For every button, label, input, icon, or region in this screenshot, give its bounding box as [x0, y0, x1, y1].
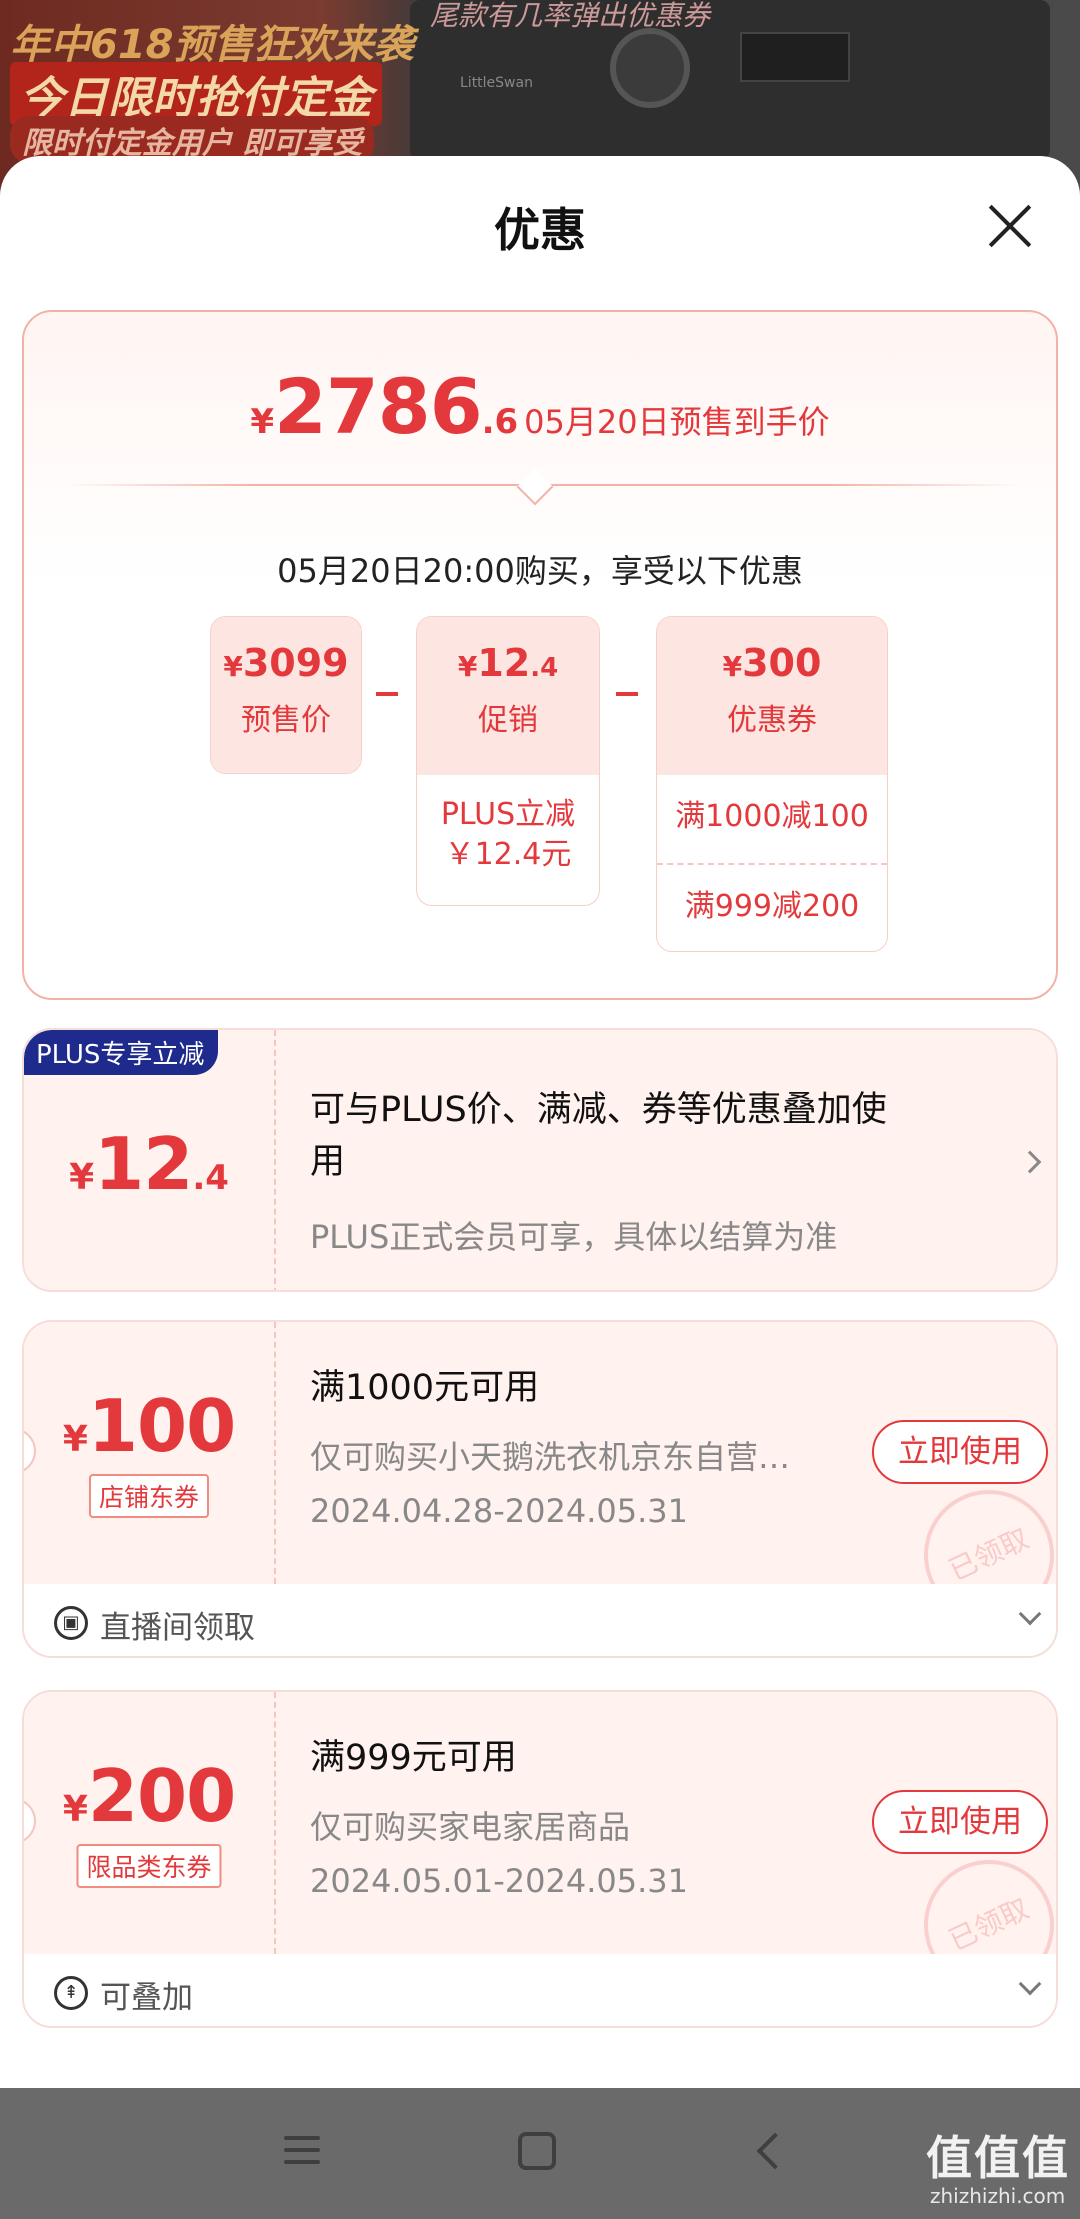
washer-knob: [610, 28, 690, 108]
presale-price-label: 预售价: [241, 703, 331, 738]
price-summary-card: ¥2786.6 05月20日预售到手价 05月20日20:00购买，享受以下优惠 …: [22, 310, 1058, 1000]
coupon-detail-1: 满1000减100: [675, 799, 869, 834]
use-now-button[interactable]: 立即使用: [872, 1420, 1048, 1484]
presale-price-value: ¥3099: [223, 641, 349, 685]
coupon-scope: 仅可购买小天鹅洗衣机京东自营…: [310, 1438, 791, 1476]
coupon-validity: 2024.05.01-2024.05.31: [310, 1862, 688, 1900]
coupon-type-tag: 店铺东券: [88, 1474, 210, 1518]
coupon-total-label: 优惠券: [727, 703, 817, 738]
promotion-detail: PLUS立减 ￥12.4元: [440, 797, 576, 872]
washer-display: [740, 32, 850, 82]
coupon-card: ¥200 限品类东券 满999元可用 仅可购买家电家居商品 2024.05.01…: [22, 1690, 1058, 2028]
promotion-chip: ¥12.4 促销 PLUS立减 ￥12.4元: [416, 616, 600, 906]
coupon-footer[interactable]: ▣ 直播间领取: [24, 1584, 1056, 1656]
coupon-scope: 仅可购买家电家居商品: [310, 1808, 631, 1846]
coupon-validity: 2024.04.28-2024.05.31: [310, 1492, 688, 1530]
final-price: ¥2786.6 05月20日预售到手价: [24, 362, 1056, 451]
final-price-decimal: .6: [481, 402, 519, 442]
use-now-button[interactable]: 立即使用: [872, 1790, 1048, 1854]
washer-brand-mark: LittleSwan: [460, 75, 533, 91]
stackable-icon: ⇞: [54, 1976, 88, 2010]
sheet-title: 优惠: [494, 203, 586, 257]
coupon-amount: ¥200: [62, 1754, 236, 1838]
final-price-label: 05月20日预售到手价: [524, 403, 830, 441]
back-icon[interactable]: [756, 2132, 794, 2170]
plus-card-subtitle: PLUS正式会员可享，具体以结算为准: [310, 1218, 838, 1256]
coupon-chip: ¥300 优惠券 满1000减100 满999减200: [656, 616, 888, 952]
coupon-amount-block: ¥100 店铺东券: [24, 1322, 276, 1584]
recent-apps-icon[interactable]: [284, 2132, 320, 2168]
chevron-down-icon[interactable]: [1018, 1602, 1042, 1626]
minus-sign: [376, 692, 398, 696]
chevron-right-icon[interactable]: [1018, 1150, 1042, 1174]
close-icon[interactable]: [980, 196, 1040, 256]
minus-sign: [616, 692, 638, 696]
plus-amount: ¥12.4: [69, 1122, 229, 1206]
system-nav-bar: 值值值 zhizhizhi.com: [0, 2088, 1080, 2219]
coupon-total-value: ¥300: [722, 641, 822, 685]
promotion-value: ¥12.4: [457, 641, 559, 685]
watermark-url: zhizhizhi.com: [930, 2184, 1066, 2208]
plus-badge: PLUS专享立减: [24, 1030, 219, 1075]
plus-card-title: 可与PLUS价、满减、券等优惠叠加使用: [310, 1090, 887, 1182]
coupon-type-tag: 限品类东券: [76, 1844, 222, 1888]
coupon-condition: 满1000元可用: [310, 1368, 540, 1408]
presale-price-chip: ¥3099 预售价: [210, 616, 362, 774]
final-price-integer: 2786: [274, 362, 483, 451]
chevron-down-icon[interactable]: [1018, 1972, 1042, 1996]
coupon-source: 直播间领取: [100, 1610, 255, 1646]
purchase-time-text: 05月20日20:00购买，享受以下优惠: [277, 552, 803, 590]
watermark-logo: 值值值: [926, 2131, 1070, 2185]
coupon-stack-note: 可叠加: [100, 1980, 193, 2016]
banner-top-text: 尾款有几率弹出优惠券: [430, 0, 711, 32]
coupon-condition: 满999元可用: [310, 1738, 517, 1778]
coupon-detail-2: 满999减200: [657, 863, 887, 951]
coupon-amount-block: ¥200 限品类东券: [24, 1692, 276, 1954]
live-room-icon: ▣: [54, 1606, 88, 1640]
coupon-footer[interactable]: ⇞ 可叠加: [24, 1954, 1056, 2026]
currency-symbol: ¥: [250, 402, 275, 442]
coupon-amount: ¥100: [62, 1384, 236, 1468]
coupon-card: ¥100 店铺东券 满1000元可用 仅可购买小天鹅洗衣机京东自营… 2024.…: [22, 1320, 1058, 1658]
plus-discount-card[interactable]: ¥12.4 PLUS专享立减 可与PLUS价、满减、券等优惠叠加使用 PLUS正…: [22, 1028, 1058, 1292]
divider-arrow: [516, 468, 554, 506]
home-icon[interactable]: [518, 2132, 556, 2170]
discount-sheet: 优惠 ¥2786.6 05月20日预售到手价 05月20日20:00购买，享受以下…: [0, 156, 1080, 2088]
promotion-label: 促销: [478, 703, 538, 738]
